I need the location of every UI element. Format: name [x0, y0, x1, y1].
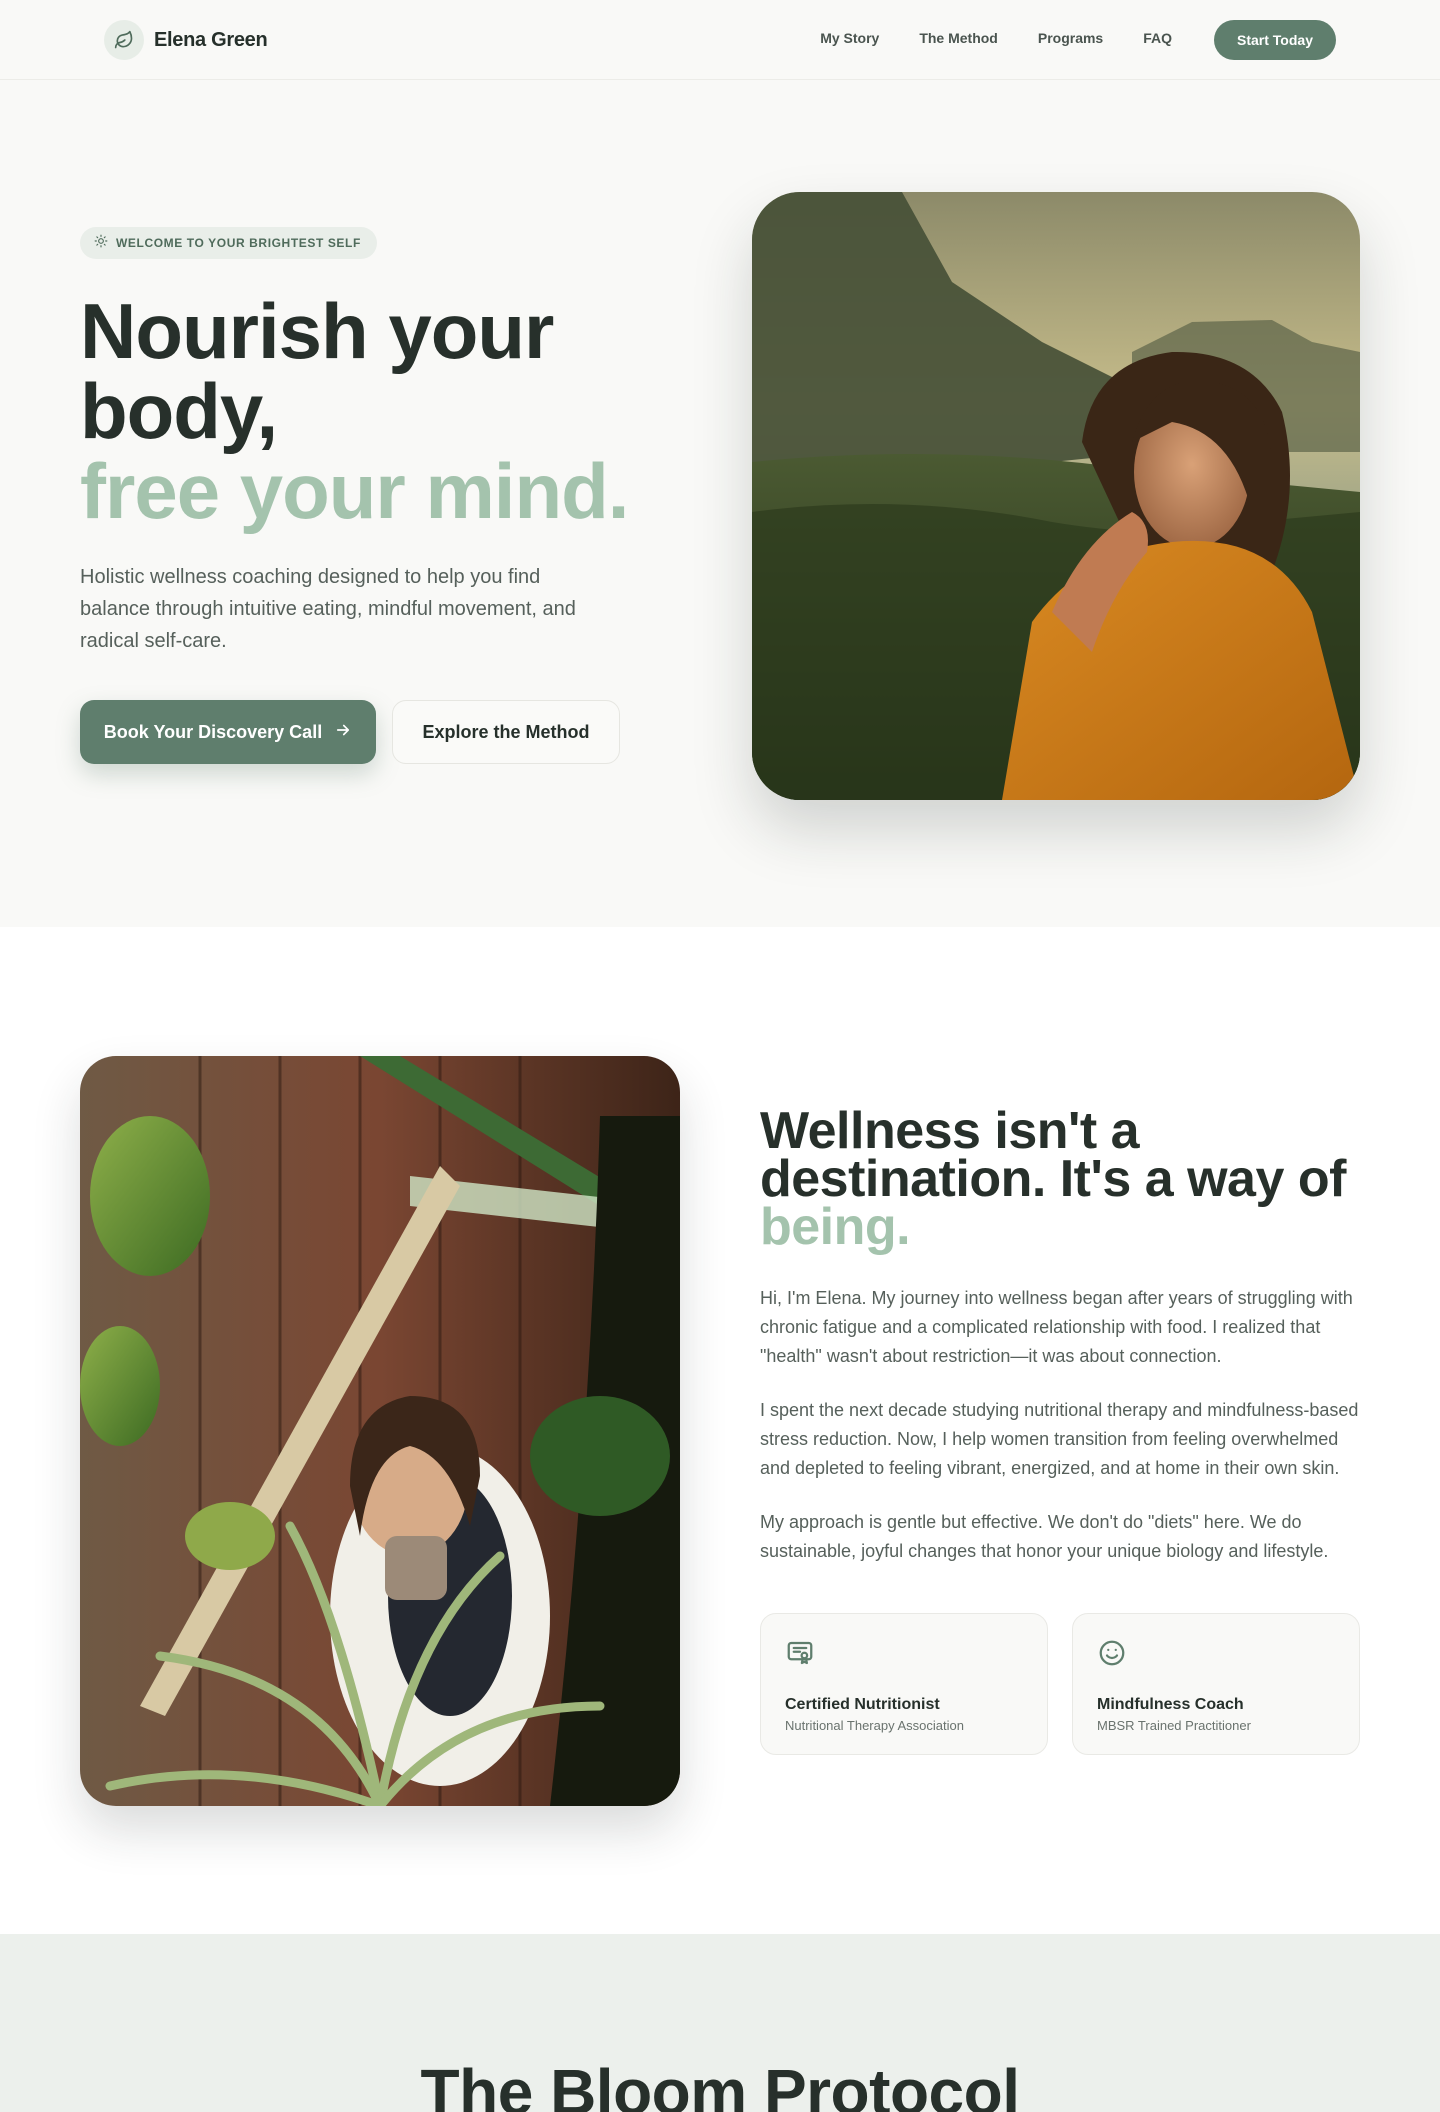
credential-card-mindfulness: Mindfulness Coach MBSR Trained Practitio… [1072, 1613, 1360, 1755]
smile-icon [1097, 1638, 1127, 1673]
explore-method-button[interactable]: Explore the Method [392, 700, 620, 764]
bloom-protocol-title: The Bloom Protocol [420, 2056, 1021, 2112]
arrow-right-icon [334, 721, 352, 744]
credential-card-nutritionist: Certified Nutritionist Nutritional Thera… [760, 1613, 1048, 1755]
brand-name: Elena Green [154, 28, 268, 51]
about-title-accent: being. [760, 1198, 911, 1256]
about-photo-woman-with-plants [80, 1056, 680, 1806]
hero-section: WELCOME TO YOUR BRIGHTEST SELF Nourish y… [0, 81, 1440, 927]
hero-title: Nourish your body, free your mind. [80, 291, 680, 531]
about-paragraph-1: Hi, I'm Elena. My journey into wellness … [760, 1288, 1353, 1366]
hero-title-accent: free your mind. [80, 447, 629, 535]
book-discovery-call-button[interactable]: Book Your Discovery Call [80, 700, 376, 764]
nav-link-programs[interactable]: Programs [1038, 30, 1103, 46]
welcome-badge-text: WELCOME TO YOUR BRIGHTEST SELF [116, 236, 361, 250]
leaf-icon [104, 20, 144, 60]
hero-photo-woman-in-orange [752, 192, 1360, 800]
nav-links: My Story The Method Programs FAQ [820, 30, 1172, 46]
top-navigation: Elena Green My Story The Method Programs… [0, 0, 1440, 80]
nav-link-the-method[interactable]: The Method [919, 30, 998, 46]
hero-title-line1: Nourish your [80, 287, 554, 375]
welcome-badge: WELCOME TO YOUR BRIGHTEST SELF [80, 227, 377, 259]
about-section: Wellness isn't a destination. It's a way… [0, 927, 1440, 1934]
bloom-protocol-section: The Bloom Protocol [0, 1934, 1440, 2112]
sun-icon [94, 234, 108, 253]
credential-title: Mindfulness Coach [1097, 1696, 1244, 1713]
credential-subtitle: MBSR Trained Practitioner [1097, 1718, 1251, 1733]
about-paragraph-2: I spent the next decade studying nutriti… [760, 1400, 1359, 1478]
certificate-icon [785, 1638, 815, 1673]
about-title: Wellness isn't a destination. It's a way… [760, 1105, 1380, 1253]
credential-title: Certified Nutritionist [785, 1696, 940, 1713]
hero-subtitle: Holistic wellness coaching designed to h… [80, 566, 576, 652]
start-today-button[interactable]: Start Today [1214, 20, 1336, 60]
about-title-main: Wellness isn't a destination. It's a way… [760, 1102, 1346, 1208]
credential-subtitle: Nutritional Therapy Association [785, 1718, 964, 1733]
brand-logo[interactable]: Elena Green [104, 20, 268, 60]
hero-title-line2: body, [80, 367, 278, 455]
about-paragraph-3: My approach is gentle but effective. We … [760, 1512, 1329, 1561]
nav-link-faq[interactable]: FAQ [1143, 30, 1172, 46]
book-discovery-call-label: Book Your Discovery Call [103, 721, 323, 742]
nav-link-my-story[interactable]: My Story [820, 30, 879, 46]
